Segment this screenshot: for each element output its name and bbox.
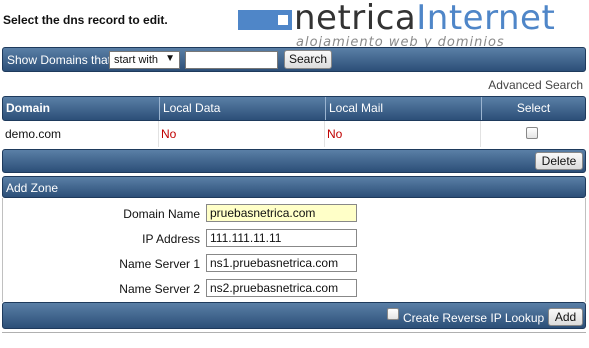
- name-server-1-label: Name Server 1: [119, 257, 200, 271]
- search-input[interactable]: [185, 51, 278, 69]
- table-row: demo.com No No: [2, 121, 586, 147]
- match-type-value: start with: [114, 54, 159, 66]
- add-zone-title: Add Zone: [6, 181, 59, 195]
- add-zone-header: Add Zone: [2, 176, 586, 198]
- logo: netricaInternet: [294, 0, 555, 38]
- delete-button[interactable]: Delete: [535, 152, 583, 170]
- column-header-local-mail[interactable]: Local Mail: [325, 97, 481, 120]
- match-type-select[interactable]: start with ▼: [109, 51, 180, 69]
- delete-bar: Delete: [2, 149, 586, 173]
- header: Select the dns record to edit. netricaIn…: [0, 0, 589, 50]
- search-label: Show Domains that: [7, 53, 112, 67]
- domain-name-label: Domain Name: [123, 207, 200, 221]
- add-button[interactable]: Add: [548, 308, 583, 326]
- logo-icon: [238, 10, 292, 30]
- local-mail-cell: No: [327, 127, 343, 141]
- ip-address-input[interactable]: 111.111.11.11: [206, 229, 357, 247]
- column-header-domain[interactable]: Domain: [3, 97, 159, 120]
- dropdown-arrow-icon: ▼: [165, 53, 175, 64]
- domain-cell[interactable]: demo.com: [5, 127, 61, 141]
- table-header: Domain Local Data Local Mail Select: [2, 96, 586, 121]
- domain-name-input[interactable]: pruebasnetrica.com: [206, 204, 357, 222]
- page-title: Select the dns record to edit.: [3, 13, 168, 27]
- search-bar: Show Domains that start with ▼ Search: [2, 47, 586, 72]
- reverse-lookup-label[interactable]: Create Reverse IP Lookup: [403, 311, 544, 325]
- name-server-2-label: Name Server 2: [119, 282, 200, 296]
- advanced-search-link[interactable]: Advanced Search: [488, 78, 583, 92]
- search-button[interactable]: Search: [284, 50, 332, 69]
- reverse-lookup-checkbox[interactable]: [387, 308, 399, 320]
- name-server-1-input[interactable]: ns1.pruebasnetrica.com: [206, 254, 357, 272]
- column-header-local-data[interactable]: Local Data: [159, 97, 325, 120]
- logo-word-2: Internet: [416, 0, 556, 38]
- logo-word-1: netrica: [294, 0, 417, 38]
- select-checkbox[interactable]: [526, 127, 538, 139]
- ip-address-label: IP Address: [142, 232, 200, 246]
- add-zone-footer: Create Reverse IP Lookup Add: [2, 302, 586, 329]
- local-data-cell: No: [161, 127, 177, 141]
- column-header-select: Select: [481, 97, 585, 120]
- name-server-2-input[interactable]: ns2.pruebasnetrica.com: [206, 279, 357, 297]
